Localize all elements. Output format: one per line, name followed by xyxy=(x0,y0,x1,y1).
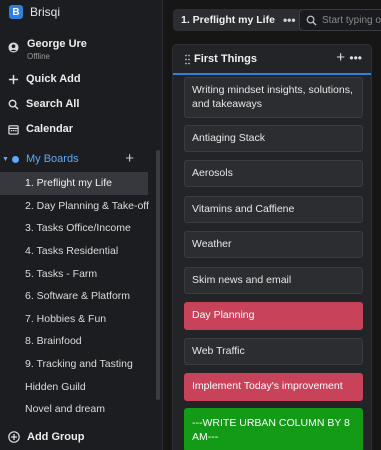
card[interactable]: Skim news and email xyxy=(184,267,363,294)
calendar-button[interactable]: Calendar xyxy=(8,121,73,137)
add-board-button[interactable]: + xyxy=(125,150,134,167)
board-list: 1. Preflight my Life 2. Day Planning & T… xyxy=(0,172,149,421)
board-item[interactable]: Novel and dream xyxy=(0,398,148,421)
card[interactable]: ---WRITE URBAN COLUMN BY 8 AM--- xyxy=(184,408,363,450)
calendar-label: Calendar xyxy=(26,123,74,135)
board-item[interactable]: 7. Hobbies & Fun xyxy=(0,308,148,331)
card[interactable]: Antiaging Stack xyxy=(184,125,363,152)
search-input[interactable] xyxy=(322,14,381,26)
card[interactable]: Vitamins and Caffiene xyxy=(184,196,363,223)
board-item[interactable]: 1. Preflight my Life xyxy=(0,172,148,195)
user-icon xyxy=(8,42,19,53)
group-color-dot xyxy=(12,155,19,163)
board-item[interactable]: 2. Day Planning & Take-off xyxy=(0,195,149,218)
board-topbar: 1. Preflight my Life ••• xyxy=(164,0,381,40)
user-status: Offline xyxy=(27,52,50,61)
board-item[interactable]: 5. Tasks - Farm xyxy=(0,262,148,285)
drag-handle-icon[interactable] xyxy=(185,54,190,65)
board-item[interactable]: 9. Tracking and Tasting xyxy=(0,353,148,376)
add-group-button[interactable]: Add Group xyxy=(8,431,84,443)
tab-preflight-my-life[interactable]: 1. Preflight my Life ••• xyxy=(173,9,304,31)
add-card-button[interactable]: + xyxy=(336,49,345,66)
column-first-things: First Things + ••• Writing mindset insig… xyxy=(172,44,372,450)
tab-label: 1. Preflight my Life xyxy=(181,14,275,26)
brisqi-logo-icon: B xyxy=(9,5,23,19)
column-more-button[interactable]: ••• xyxy=(349,51,362,65)
collapse-arrow-icon[interactable]: ▼ xyxy=(2,156,9,163)
card[interactable]: Implement Today's improvement xyxy=(184,373,363,401)
user-profile[interactable]: George Ure Offline xyxy=(8,38,87,62)
plus-circle-icon xyxy=(8,431,20,443)
calendar-icon xyxy=(8,124,19,135)
card[interactable]: Writing mindset insights, solutions, and… xyxy=(184,77,363,118)
search-icon xyxy=(8,99,19,110)
board-item[interactable]: 8. Brainfood xyxy=(0,330,148,353)
user-name: George Ure xyxy=(27,38,87,50)
search-icon xyxy=(306,15,317,26)
card[interactable]: Web Traffic xyxy=(184,338,363,365)
add-group-label: Add Group xyxy=(27,431,85,443)
more-icon[interactable]: ••• xyxy=(283,13,296,27)
column-accent-line xyxy=(173,73,371,75)
card[interactable]: Aerosols xyxy=(184,160,363,187)
search-box[interactable] xyxy=(299,9,381,31)
quick-add-label: Quick Add xyxy=(26,73,81,85)
board-item[interactable]: 6. Software & Platform xyxy=(0,285,148,308)
board-item[interactable]: 3. Tasks Office/Income xyxy=(0,217,148,240)
board-item[interactable]: Hidden Guild xyxy=(0,375,148,398)
my-boards-label: My Boards xyxy=(26,153,79,165)
app-brand[interactable]: B Brisqi xyxy=(9,5,60,19)
board-item[interactable]: 4. Tasks Residential xyxy=(0,240,148,263)
sidebar: B Brisqi George Ure Offline Quick Add Se… xyxy=(0,0,163,450)
search-all-label: Search All xyxy=(26,98,80,110)
search-all-button[interactable]: Search All xyxy=(8,96,79,112)
column-title[interactable]: First Things xyxy=(194,53,257,65)
my-boards-group[interactable]: ▼ My Boards + xyxy=(0,150,148,167)
quick-add-button[interactable]: Quick Add xyxy=(8,71,81,87)
sidebar-scrollbar[interactable] xyxy=(156,150,160,400)
column-header: First Things + ••• xyxy=(173,45,371,73)
card[interactable]: Day Planning xyxy=(184,302,363,330)
card[interactable]: Weather xyxy=(184,231,363,258)
app-name: Brisqi xyxy=(30,5,61,19)
plus-icon xyxy=(8,74,19,84)
